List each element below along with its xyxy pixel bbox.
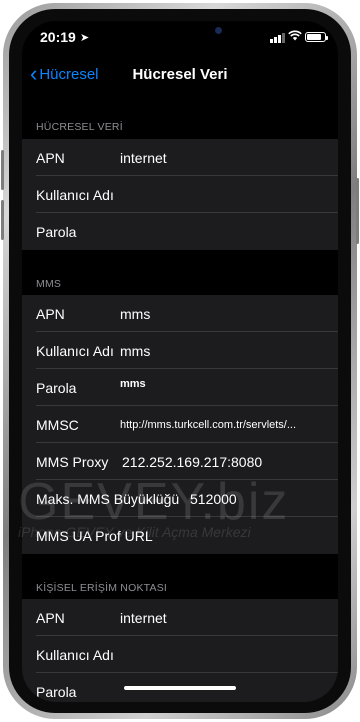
section-header-cellular-data: HÜCRESEL VERİ <box>36 121 123 133</box>
notch <box>104 21 256 47</box>
mms-apn-field[interactable]: mms <box>120 306 150 322</box>
mms-proxy-row[interactable]: MMS Proxy 212.252.169.217:8080 <box>22 443 338 480</box>
row-label: APN <box>36 306 65 322</box>
password-row[interactable]: Parola <box>22 213 338 250</box>
row-label: Kullanıcı Adı <box>36 647 114 663</box>
apn-row[interactable]: APN internet <box>22 139 338 176</box>
mms-username-field[interactable]: mms <box>120 343 150 359</box>
username-row[interactable]: Kullanıcı Adı <box>22 176 338 213</box>
mmsc-field[interactable]: http://mms.turkcell.com.tr/servlets/... <box>120 419 296 431</box>
hotspot-username-row[interactable]: Kullanıcı Adı <box>22 636 338 673</box>
mms-apn-row[interactable]: APN mms <box>22 295 338 332</box>
mms-group: APN mms Kullanıcı Adı mms Parola mms MMS… <box>22 295 338 554</box>
hotspot-apn-field[interactable]: internet <box>120 610 167 626</box>
max-mms-size-row[interactable]: Maks. MMS Büyüklüğü 512000 <box>22 480 338 517</box>
mms-proxy-field[interactable]: 212.252.169.217:8080 <box>122 454 262 470</box>
mms-username-row[interactable]: Kullanıcı Adı mms <box>22 332 338 369</box>
camera-icon <box>215 27 222 34</box>
row-label: APN <box>36 150 65 166</box>
volume-button <box>1 200 4 240</box>
row-label: MMS UA Prof URL <box>36 528 153 544</box>
section-header-personal-hotspot: KİŞİSEL ERİŞİM NOKTASI <box>36 582 168 594</box>
row-label: APN <box>36 610 65 626</box>
mmsc-row[interactable]: MMSC http://mms.turkcell.com.tr/servlets… <box>22 406 338 443</box>
wifi-icon <box>288 29 302 44</box>
max-mms-size-field[interactable]: 512000 <box>190 491 237 507</box>
navigation-bar: ‹ Hücresel Hücresel Veri <box>22 57 338 93</box>
cellular-data-group: APN internet Kullanıcı Adı Parola <box>22 139 338 250</box>
side-button <box>356 178 359 244</box>
section-header-mms: MMS <box>36 278 62 290</box>
apn-field[interactable]: internet <box>120 150 167 166</box>
row-label: Maks. MMS Büyüklüğü <box>36 491 180 507</box>
row-label: Parola <box>36 380 77 396</box>
mms-ua-prof-url-row[interactable]: MMS UA Prof URL <box>22 517 338 554</box>
row-label: Kullanıcı Adı <box>36 343 114 359</box>
row-label: Parola <box>36 224 77 240</box>
mms-password-field[interactable]: mms <box>120 378 146 390</box>
signal-icon <box>270 32 286 43</box>
status-time: 20:19 <box>40 29 76 45</box>
row-label: MMSC <box>36 417 79 433</box>
row-label: Kullanıcı Adı <box>36 187 114 203</box>
row-label: MMS Proxy <box>36 454 109 470</box>
volume-button <box>1 150 4 190</box>
row-label: Parola <box>36 684 77 700</box>
hotspot-apn-row[interactable]: APN internet <box>22 599 338 636</box>
page-title: Hücresel Veri <box>132 66 228 83</box>
screen: 20:19 ➤ ‹ Hücresel Hücresel Veri HÜCRESE… <box>22 21 338 702</box>
home-indicator[interactable] <box>124 686 236 690</box>
location-arrow-icon: ➤ <box>80 32 90 44</box>
mms-password-row[interactable]: Parola mms <box>22 369 338 406</box>
battery-icon <box>305 32 328 42</box>
